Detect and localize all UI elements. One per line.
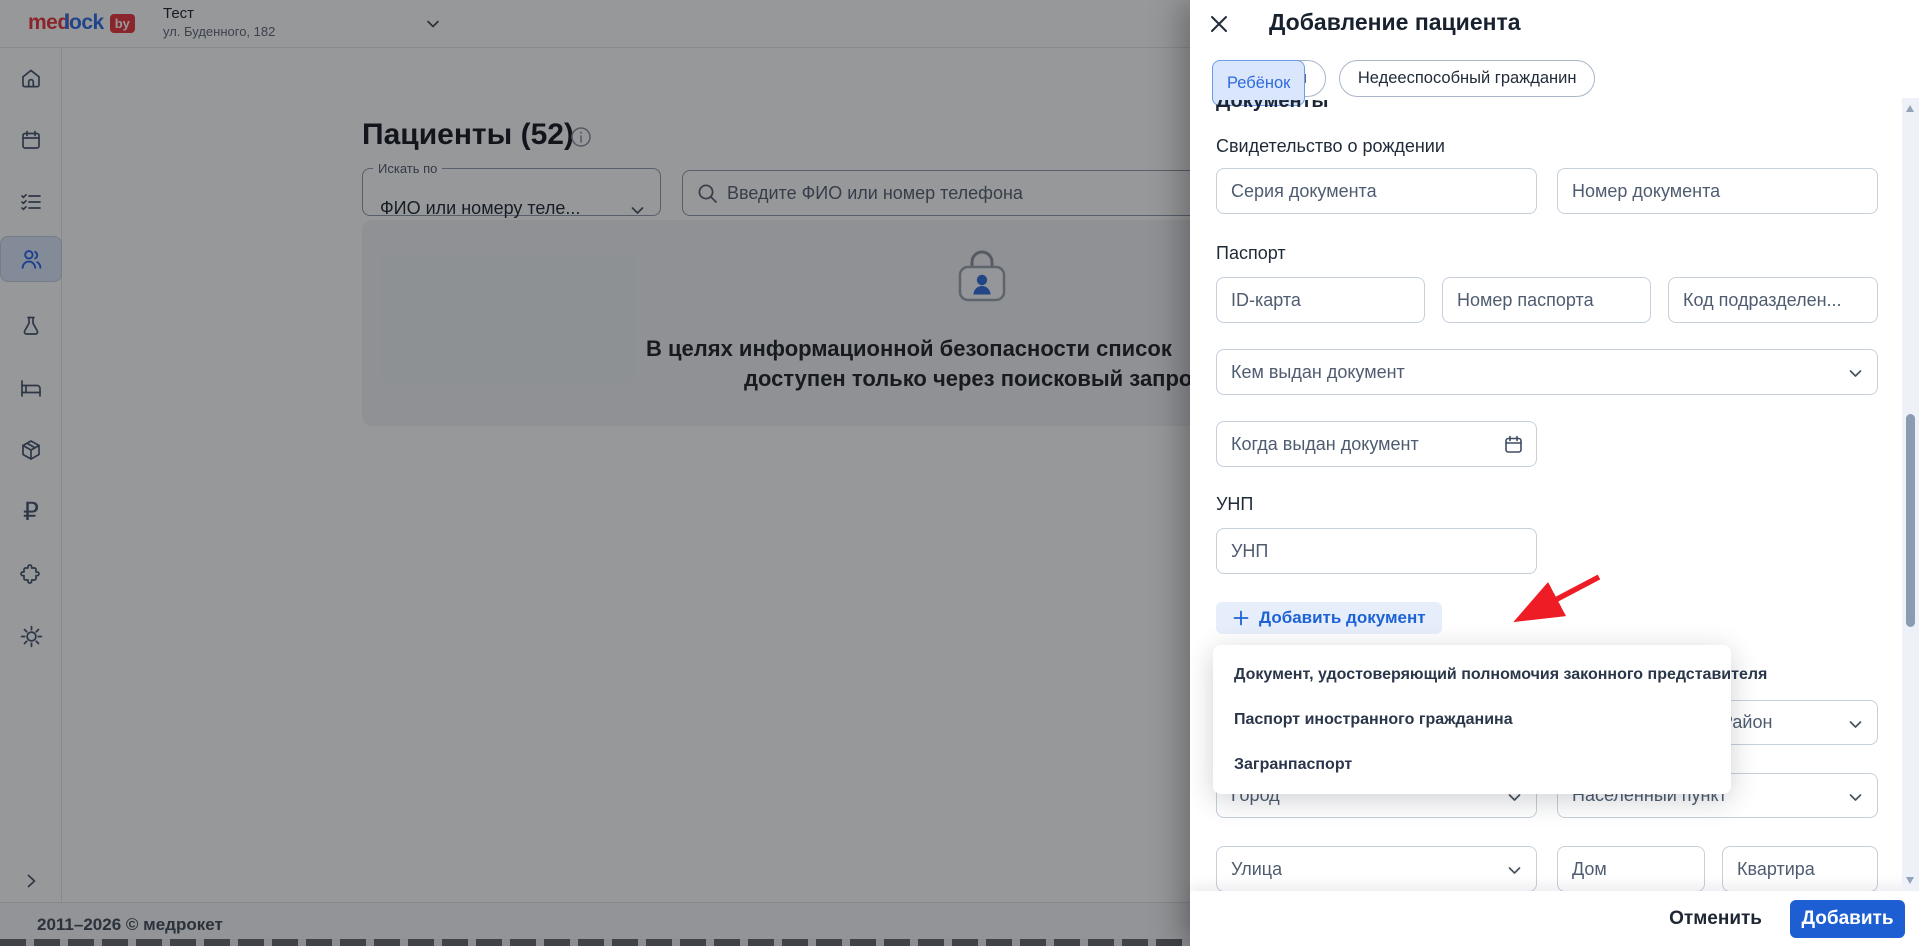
documents-section-heading: Документы — [1216, 100, 1329, 112]
scrollbar-down-arrow[interactable] — [1906, 877, 1914, 884]
cancel-button[interactable]: Отменить — [1669, 908, 1762, 930]
close-button[interactable] — [1208, 11, 1234, 37]
issued-by-select[interactable]: Кем выдан документ — [1216, 349, 1878, 395]
menu-item-international-passport[interactable]: Загранпаспорт — [1213, 742, 1731, 787]
modal-title: Добавление пациента — [1269, 9, 1521, 35]
menu-item-legal-representative-document[interactable]: Документ, удостоверяющий полномочия зако… — [1213, 652, 1767, 697]
tab-incapacitated[interactable]: Недееспособный гражданин — [1338, 60, 1596, 97]
menu-item-foreign-passport[interactable]: Паспорт иностранного гражданина — [1213, 697, 1731, 742]
street-value: Улица — [1231, 858, 1283, 879]
document-type-menu: Документ, удостоверяющий полномочия зако… — [1213, 645, 1767, 794]
unp-label: УНП — [1216, 494, 1254, 514]
birth-certificate-label: Свидетельство о рождении — [1216, 136, 1445, 156]
passport-label: Паспорт — [1216, 243, 1286, 263]
unp-input[interactable] — [1216, 528, 1537, 574]
add-patient-modal: Добавление пациента Взрослый Ребёнок Нед… — [1190, 0, 1919, 946]
id-card-input[interactable] — [1216, 277, 1425, 323]
plus-icon — [1233, 610, 1249, 626]
street-select[interactable]: Улица — [1216, 846, 1537, 891]
submit-button[interactable]: Добавить — [1790, 899, 1905, 938]
modal-scrollbar — [1902, 98, 1919, 891]
document-series-input[interactable] — [1216, 168, 1537, 214]
chevron-down-icon — [1847, 365, 1864, 382]
annotation-arrow — [1513, 574, 1601, 623]
modal-footer: Отменить Добавить — [1190, 891, 1919, 946]
chevron-down-icon — [1847, 716, 1864, 733]
calendar-icon[interactable] — [1503, 434, 1524, 455]
house-input[interactable] — [1557, 846, 1705, 891]
document-number-input[interactable] — [1557, 168, 1878, 214]
add-document-label: Добавить документ — [1259, 608, 1426, 627]
scrollbar-thumb[interactable] — [1906, 414, 1915, 627]
scrollbar-up-arrow[interactable] — [1906, 105, 1914, 112]
issued-date-input[interactable] — [1216, 421, 1537, 467]
close-icon — [1211, 16, 1227, 32]
modal-scroll-area: Документы Свидетельство о рождении Паспо… — [1190, 100, 1902, 891]
patient-type-tabs: Взрослый Ребёнок Недееспособный граждани… — [1212, 60, 1596, 106]
passport-number-input[interactable] — [1442, 277, 1651, 323]
apartment-input[interactable] — [1722, 846, 1878, 891]
chevron-down-icon — [1506, 862, 1523, 879]
chevron-down-icon — [1847, 789, 1864, 806]
division-code-input[interactable] — [1668, 277, 1878, 323]
add-document-button[interactable]: Добавить документ — [1216, 602, 1442, 634]
issued-by-value: Кем выдан документ — [1231, 361, 1405, 382]
